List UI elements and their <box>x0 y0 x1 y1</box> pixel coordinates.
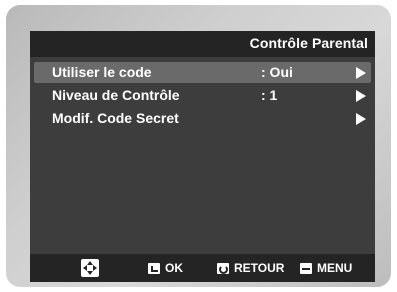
menu-button[interactable]: MENU <box>300 261 352 275</box>
dpad-icon <box>81 259 99 277</box>
ok-label: OK <box>165 261 183 275</box>
header-bar: Contrôle Parental <box>30 31 375 57</box>
return-icon <box>217 262 229 274</box>
settings-menu: Utiliser le code : Oui Niveau de Contrôl… <box>30 62 375 131</box>
menu-item-value: : Oui <box>261 64 293 80</box>
return-label: RETOUR <box>234 261 285 275</box>
menu-label: MENU <box>317 261 353 275</box>
arrow-right-icon <box>356 113 366 125</box>
menu-item-change-code[interactable]: Modif. Code Secret <box>34 108 371 129</box>
menu-item-label: Utiliser le code <box>52 64 152 80</box>
enter-icon <box>148 262 160 274</box>
footer-bar: OK RETOUR MENU <box>30 254 375 282</box>
menu-item-control-level[interactable]: Niveau de Contrôle : 1 <box>34 85 371 106</box>
menu-item-label: Niveau de Contrôle <box>52 87 180 103</box>
arrow-right-icon <box>356 67 366 79</box>
arrow-right-icon <box>356 90 366 102</box>
return-button[interactable]: RETOUR <box>217 261 284 275</box>
page-title: Contrôle Parental <box>249 35 368 51</box>
menu-item-label: Modif. Code Secret <box>52 110 179 126</box>
ok-button[interactable]: OK <box>148 261 183 275</box>
menu-item-use-code[interactable]: Utiliser le code : Oui <box>34 62 371 83</box>
menu-icon <box>300 262 312 274</box>
menu-item-value: : 1 <box>261 87 278 103</box>
osd-screen: Contrôle Parental Utiliser le code : Oui… <box>30 31 375 282</box>
